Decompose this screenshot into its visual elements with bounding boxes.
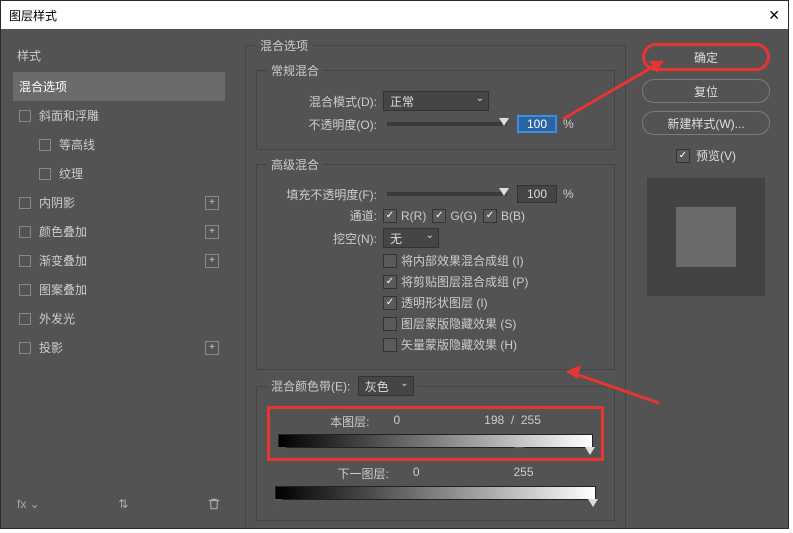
sidebar-item-4[interactable]: 内阴影+ bbox=[13, 188, 225, 217]
preview-checkbox[interactable] bbox=[676, 149, 690, 163]
style-checkbox[interactable] bbox=[19, 197, 31, 209]
dialog-title: 图层样式 bbox=[9, 7, 57, 24]
this-layer-label: 本图层: bbox=[330, 413, 369, 430]
styles-sidebar: 样式 混合选项斜面和浮雕等高线纹理内阴影+颜色叠加+渐变叠加+图案叠加外发光投影… bbox=[1, 29, 237, 528]
add-effect-icon[interactable]: + bbox=[205, 225, 219, 239]
this-layer-white-b: 255 bbox=[521, 413, 541, 427]
style-checkbox[interactable] bbox=[19, 226, 31, 238]
this-white-slider-a[interactable] bbox=[514, 447, 524, 455]
sidebar-item-1[interactable]: 斜面和浮雕 bbox=[13, 101, 225, 130]
add-effect-icon[interactable]: + bbox=[205, 341, 219, 355]
trash-icon[interactable] bbox=[207, 497, 221, 511]
opacity-value[interactable]: 100 bbox=[517, 115, 557, 133]
sidebar-item-label: 混合选项 bbox=[19, 78, 219, 95]
layer-style-dialog: 图层样式 ✕ 样式 混合选项斜面和浮雕等高线纹理内阴影+颜色叠加+渐变叠加+图案… bbox=[0, 0, 789, 529]
this-layer-gradient[interactable] bbox=[278, 434, 593, 448]
style-checkbox[interactable] bbox=[19, 342, 31, 354]
general-blending-group: 常规混合 混合模式(D): 正常 不透明度(O): 100 % bbox=[256, 62, 615, 150]
sidebar-item-label: 投影 bbox=[39, 339, 205, 356]
style-checkbox[interactable] bbox=[19, 110, 31, 122]
opacity-label: 不透明度(O): bbox=[267, 116, 377, 133]
this-layer-white-a: 198 bbox=[484, 413, 504, 427]
opacity-slider[interactable] bbox=[387, 122, 507, 126]
blend-interior-checkbox[interactable] bbox=[383, 254, 397, 268]
reset-button[interactable]: 复位 bbox=[642, 79, 770, 103]
sidebar-footer: fx ⌄ ⇅ bbox=[13, 490, 225, 518]
style-checkbox[interactable] bbox=[19, 313, 31, 325]
sidebar-item-label: 颜色叠加 bbox=[39, 223, 205, 240]
underlying-layer-label: 下一图层: bbox=[337, 465, 388, 482]
options-panel: 混合选项 常规混合 混合模式(D): 正常 不透明度(O): 100 % bbox=[237, 29, 638, 528]
layer-mask-hides-checkbox[interactable] bbox=[383, 317, 397, 331]
new-style-button[interactable]: 新建样式(W)... bbox=[642, 111, 770, 135]
blend-clipped-checkbox[interactable] bbox=[383, 275, 397, 289]
blend-if-title: 混合颜色带(E): bbox=[271, 380, 350, 394]
sidebar-item-label: 纹理 bbox=[59, 165, 219, 182]
sidebar-item-7[interactable]: 图案叠加 bbox=[13, 275, 225, 304]
right-column: 确定 复位 新建样式(W)... 预览(V) bbox=[638, 29, 788, 528]
this-black-slider[interactable] bbox=[276, 447, 286, 455]
this-layer-black: 0 bbox=[393, 413, 400, 430]
style-checkbox[interactable] bbox=[19, 284, 31, 296]
sidebar-item-0[interactable]: 混合选项 bbox=[13, 72, 225, 101]
underlying-layer-box: 下一图层: 0 255 bbox=[267, 463, 604, 508]
preview-inner bbox=[676, 207, 736, 267]
this-white-slider-b[interactable] bbox=[585, 447, 595, 455]
sidebar-item-2[interactable]: 等高线 bbox=[13, 130, 225, 159]
sidebar-item-3[interactable]: 纹理 bbox=[13, 159, 225, 188]
title-bar: 图层样式 ✕ bbox=[1, 1, 788, 29]
sidebar-item-label: 外发光 bbox=[39, 310, 219, 327]
fill-opacity-slider[interactable] bbox=[387, 192, 507, 196]
blending-options-group: 混合选项 常规混合 混合模式(D): 正常 不透明度(O): 100 % bbox=[245, 37, 626, 528]
sidebar-item-9[interactable]: 投影+ bbox=[13, 333, 225, 362]
sidebar-item-label: 斜面和浮雕 bbox=[39, 107, 219, 124]
fill-opacity-value[interactable]: 100 bbox=[517, 185, 557, 203]
transparency-shapes-checkbox[interactable] bbox=[383, 296, 397, 310]
sidebar-item-8[interactable]: 外发光 bbox=[13, 304, 225, 333]
general-blending-title: 常规混合 bbox=[267, 62, 323, 79]
vector-mask-hides-checkbox[interactable] bbox=[383, 338, 397, 352]
sidebar-item-6[interactable]: 渐变叠加+ bbox=[13, 246, 225, 275]
style-checkbox[interactable] bbox=[19, 255, 31, 267]
knockout-select[interactable]: 无 bbox=[383, 228, 439, 248]
sidebar-item-label: 等高线 bbox=[59, 136, 219, 153]
advanced-blending-title: 高级混合 bbox=[267, 156, 323, 173]
close-icon[interactable]: ✕ bbox=[768, 7, 780, 24]
sidebar-header: 样式 bbox=[13, 39, 225, 72]
channel-g-checkbox[interactable] bbox=[432, 209, 446, 223]
under-black-slider[interactable] bbox=[273, 499, 283, 507]
style-checkbox[interactable] bbox=[39, 168, 51, 180]
channel-b-checkbox[interactable] bbox=[483, 209, 497, 223]
fx-menu[interactable]: fx ⌄ bbox=[17, 497, 40, 511]
sidebar-item-label: 图案叠加 bbox=[39, 281, 219, 298]
advanced-blending-group: 高级混合 填充不透明度(F): 100 % 通道: R(R) G(G) B(B) bbox=[256, 156, 615, 370]
ok-button[interactable]: 确定 bbox=[642, 43, 770, 71]
channel-r-checkbox[interactable] bbox=[383, 209, 397, 223]
fill-opacity-label: 填充不透明度(F): bbox=[267, 186, 377, 203]
blend-if-channel-select[interactable]: 灰色 bbox=[358, 376, 414, 396]
underlying-gradient[interactable] bbox=[275, 486, 596, 500]
blend-mode-select[interactable]: 正常 bbox=[383, 91, 489, 111]
blend-mode-label: 混合模式(D): bbox=[267, 93, 377, 110]
underlying-black: 0 bbox=[413, 465, 420, 482]
blend-if-group: 混合颜色带(E): 灰色 本图层: 0 198 / 255 bbox=[256, 376, 615, 521]
sidebar-item-label: 渐变叠加 bbox=[39, 252, 205, 269]
under-white-slider[interactable] bbox=[588, 499, 598, 507]
knockout-label: 挖空(N): bbox=[267, 230, 377, 247]
preview-swatch bbox=[647, 178, 765, 296]
underlying-white: 255 bbox=[514, 465, 534, 482]
add-effect-icon[interactable]: + bbox=[205, 196, 219, 210]
layer-up-down-icon[interactable]: ⇅ bbox=[118, 497, 128, 511]
add-effect-icon[interactable]: + bbox=[205, 254, 219, 268]
channels-label: 通道: bbox=[267, 207, 377, 224]
preview-label: 预览(V) bbox=[696, 147, 736, 164]
this-layer-box: 本图层: 0 198 / 255 bbox=[267, 406, 604, 461]
style-checkbox[interactable] bbox=[39, 139, 51, 151]
blending-options-title: 混合选项 bbox=[256, 37, 312, 54]
sidebar-item-label: 内阴影 bbox=[39, 194, 205, 211]
sidebar-item-5[interactable]: 颜色叠加+ bbox=[13, 217, 225, 246]
